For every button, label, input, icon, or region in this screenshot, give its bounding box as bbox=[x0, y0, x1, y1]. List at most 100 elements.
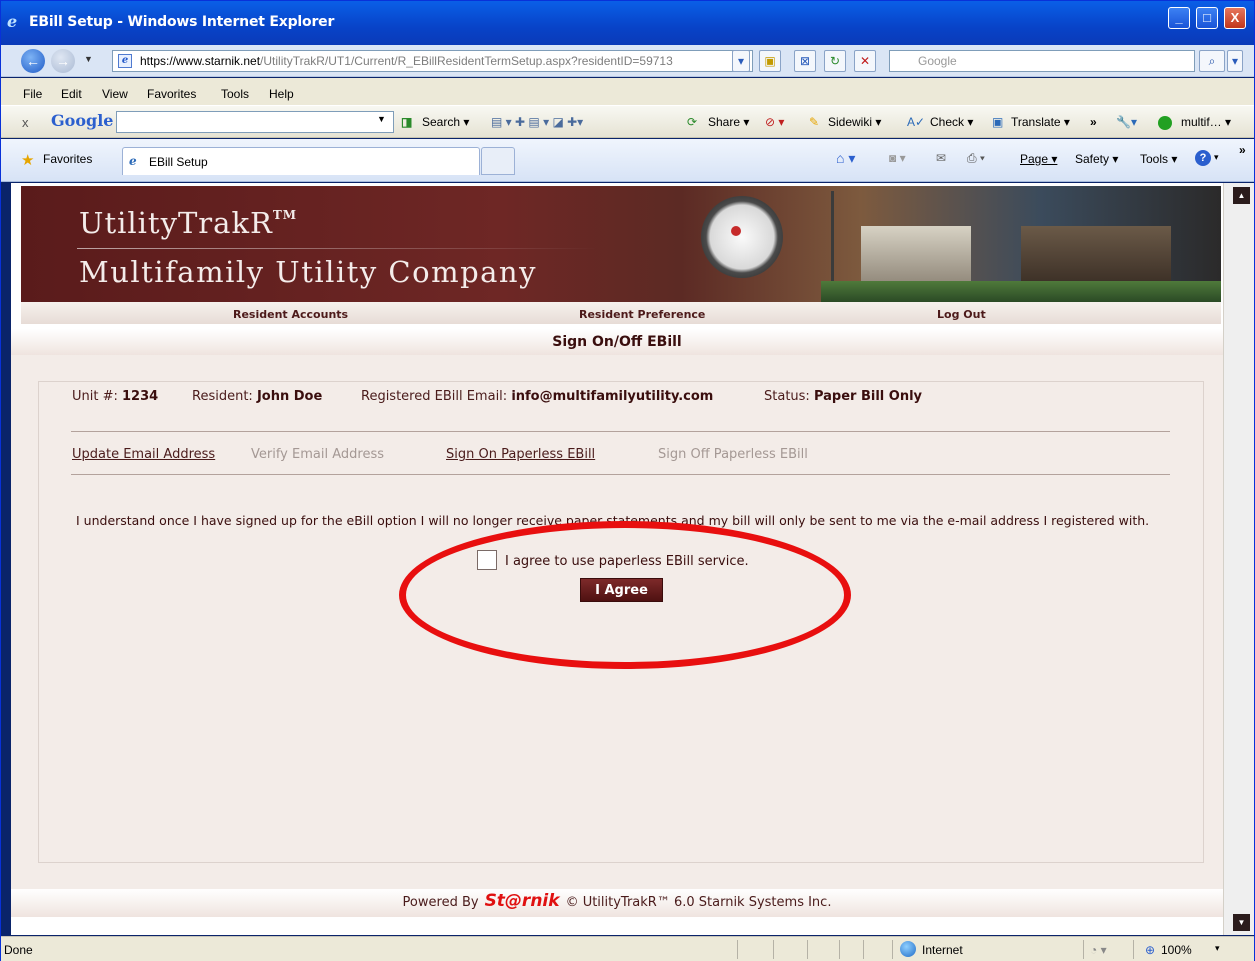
search-input[interactable]: Google bbox=[889, 50, 1195, 72]
email-label: Registered EBill Email: bbox=[361, 389, 508, 404]
google-search-input[interactable] bbox=[116, 111, 394, 133]
page-icon: e bbox=[118, 54, 132, 68]
new-tab-button[interactable] bbox=[481, 147, 515, 175]
status-info: Status: Paper Bill Only bbox=[764, 389, 922, 404]
safety-menu[interactable]: Safety ▾ bbox=[1075, 152, 1118, 166]
security-zone: Internet bbox=[922, 943, 963, 957]
favorites-button[interactable]: Favorites bbox=[43, 152, 92, 166]
url-domain: https://www.starnik.net bbox=[140, 54, 261, 68]
red-highlight-oval bbox=[399, 521, 851, 669]
url-path: /UtilityTrakR/UT1/Current/R_EBillResiden… bbox=[260, 54, 673, 68]
zoom-level[interactable]: 100% bbox=[1161, 943, 1192, 957]
page-menu[interactable]: Page ▾ bbox=[1020, 152, 1057, 166]
google-logo-text: Google bbox=[51, 111, 114, 130]
unit-value: 1234 bbox=[122, 389, 159, 404]
site-nav: Resident Accounts Resident Preference Lo… bbox=[21, 302, 1221, 324]
menu-favorites[interactable]: Favorites bbox=[147, 87, 196, 101]
address-row: ← → ▼ e https://www.starnik.net/UtilityT… bbox=[1, 45, 1254, 77]
browser-window: e EBill Setup - Windows Internet Explore… bbox=[0, 0, 1255, 961]
toolbar-close-icon[interactable]: x bbox=[22, 115, 29, 130]
back-button[interactable]: ← bbox=[21, 49, 45, 73]
nav-log-out[interactable]: Log Out bbox=[937, 308, 986, 321]
divider-bottom bbox=[71, 474, 1170, 475]
translate-page-icon[interactable]: ⊘ ▾ bbox=[765, 115, 784, 129]
share-button[interactable]: Share ▾ bbox=[708, 115, 749, 129]
status-value: Paper Bill Only bbox=[813, 389, 923, 404]
wrench-icon[interactable]: 🔧▾ bbox=[1116, 115, 1137, 129]
search-options-icon[interactable]: ▾ bbox=[1227, 50, 1243, 72]
status-divider bbox=[1083, 940, 1084, 959]
meter-dial bbox=[731, 226, 741, 236]
unit-label: Unit #: bbox=[72, 389, 118, 404]
scroll-down-button[interactable]: ▼ bbox=[1233, 914, 1250, 931]
refresh-icon[interactable]: ↻ bbox=[824, 50, 846, 72]
update-email-link[interactable]: Update Email Address bbox=[72, 447, 215, 462]
tab-ebill-setup[interactable]: e EBill Setup bbox=[122, 147, 480, 175]
help-dropdown-icon[interactable]: ▾ bbox=[1214, 152, 1219, 163]
sign-on-paperless-link[interactable]: Sign On Paperless EBill bbox=[446, 447, 595, 462]
mail-icon[interactable]: ✉ bbox=[936, 151, 946, 165]
search-icon[interactable]: ⌕ bbox=[1199, 50, 1225, 72]
multif-button[interactable]: multif… ▾ bbox=[1181, 115, 1231, 129]
status-divider bbox=[773, 940, 774, 959]
feeds-icon[interactable]: ◙ ▾ bbox=[889, 151, 906, 165]
zoom-icon[interactable]: ⊕ bbox=[1145, 943, 1155, 957]
google-search-dropdown-icon[interactable]: ▼ bbox=[377, 114, 386, 124]
web-page: UtilityTrakRTM Multifamily Utility Compa… bbox=[11, 183, 1223, 935]
zoom-dropdown-icon[interactable]: ▾ bbox=[1215, 943, 1220, 954]
recent-pages-dropdown-icon[interactable]: ▼ bbox=[84, 54, 93, 64]
check-button[interactable]: Check ▾ bbox=[930, 115, 973, 129]
house-image bbox=[1021, 226, 1171, 286]
water-meter-image bbox=[701, 196, 783, 278]
minimize-button[interactable]: _ bbox=[1168, 7, 1190, 29]
compatibility-icon[interactable]: ⊠ bbox=[794, 50, 816, 72]
status-label: Status: bbox=[764, 389, 810, 404]
toolbar-buttons-icon[interactable]: ▤ ▾ ✚ ▤ ▾ ◪ ✚▾ bbox=[491, 115, 583, 129]
maximize-button[interactable]: □ bbox=[1196, 7, 1218, 29]
google-toolbar: x Google ▼ ◨ Search ▾ ▤ ▾ ✚ ▤ ▾ ◪ ✚▾ ⟳ S… bbox=[1, 105, 1254, 138]
google-search-button[interactable]: Search ▾ bbox=[422, 115, 469, 129]
menu-tools[interactable]: Tools bbox=[221, 87, 249, 101]
toolbar-overflow-button[interactable]: » bbox=[1090, 115, 1097, 129]
menu-edit[interactable]: Edit bbox=[61, 87, 82, 101]
status-divider bbox=[863, 940, 864, 959]
forward-button[interactable]: → bbox=[51, 49, 75, 73]
command-overflow-icon[interactable]: » bbox=[1239, 143, 1246, 157]
status-divider bbox=[892, 940, 893, 959]
scroll-up-button[interactable]: ▲ bbox=[1233, 187, 1250, 204]
menu-help[interactable]: Help bbox=[269, 87, 294, 101]
address-dropdown-icon[interactable]: ▾ bbox=[732, 50, 750, 72]
starnik-logo: St@rnik bbox=[484, 891, 560, 911]
window-title: EBill Setup - Windows Internet Explorer bbox=[29, 14, 335, 30]
sidewiki-icon: ✎ bbox=[809, 115, 820, 129]
print-icon[interactable]: ⎙ ▾ bbox=[967, 151, 985, 166]
translate-button[interactable]: Translate ▾ bbox=[1011, 115, 1070, 129]
sign-off-paperless-link: Sign Off Paperless EBill bbox=[658, 447, 808, 462]
tools-menu[interactable]: Tools ▾ bbox=[1140, 152, 1177, 166]
title-bar: e EBill Setup - Windows Internet Explore… bbox=[1, 1, 1254, 45]
resident-value: John Doe bbox=[256, 389, 323, 404]
menu-file[interactable]: File bbox=[23, 87, 42, 101]
nav-resident-preference[interactable]: Resident Preference bbox=[579, 308, 705, 321]
address-input[interactable]: e https://www.starnik.net/UtilityTrakR/U… bbox=[112, 50, 753, 72]
resident-info: Resident: John Doe bbox=[192, 389, 322, 404]
share-icon: ⟳ bbox=[687, 115, 698, 129]
favorites-star-icon[interactable]: ★ bbox=[21, 151, 34, 169]
powered-by-label: Powered By bbox=[402, 895, 479, 910]
apartment-image bbox=[861, 226, 971, 286]
help-icon[interactable]: ? bbox=[1195, 150, 1211, 166]
nav-resident-accounts[interactable]: Resident Accounts bbox=[233, 308, 348, 321]
google-search-icon: ◨ bbox=[401, 115, 413, 129]
status-bar: Done Internet ◔ ▾ ⊕ 100% ▾ bbox=[1, 936, 1254, 961]
home-icon[interactable]: ⌂ ▾ bbox=[836, 150, 855, 167]
status-divider bbox=[1133, 940, 1134, 959]
close-button[interactable]: X bbox=[1224, 7, 1246, 29]
sidewiki-button[interactable]: Sidewiki ▾ bbox=[828, 115, 881, 129]
vertical-scrollbar[interactable]: ▲ ▼ bbox=[1223, 183, 1254, 935]
protected-mode-icon[interactable]: ◔ ▾ bbox=[1090, 943, 1107, 957]
site-brand: UtilityTrakRTM bbox=[79, 206, 297, 240]
menu-view[interactable]: View bbox=[102, 87, 128, 101]
stop-icon[interactable]: ✕ bbox=[854, 50, 876, 72]
lock-icon[interactable]: ▣ bbox=[759, 50, 781, 72]
ie-logo-icon: e bbox=[7, 12, 18, 31]
